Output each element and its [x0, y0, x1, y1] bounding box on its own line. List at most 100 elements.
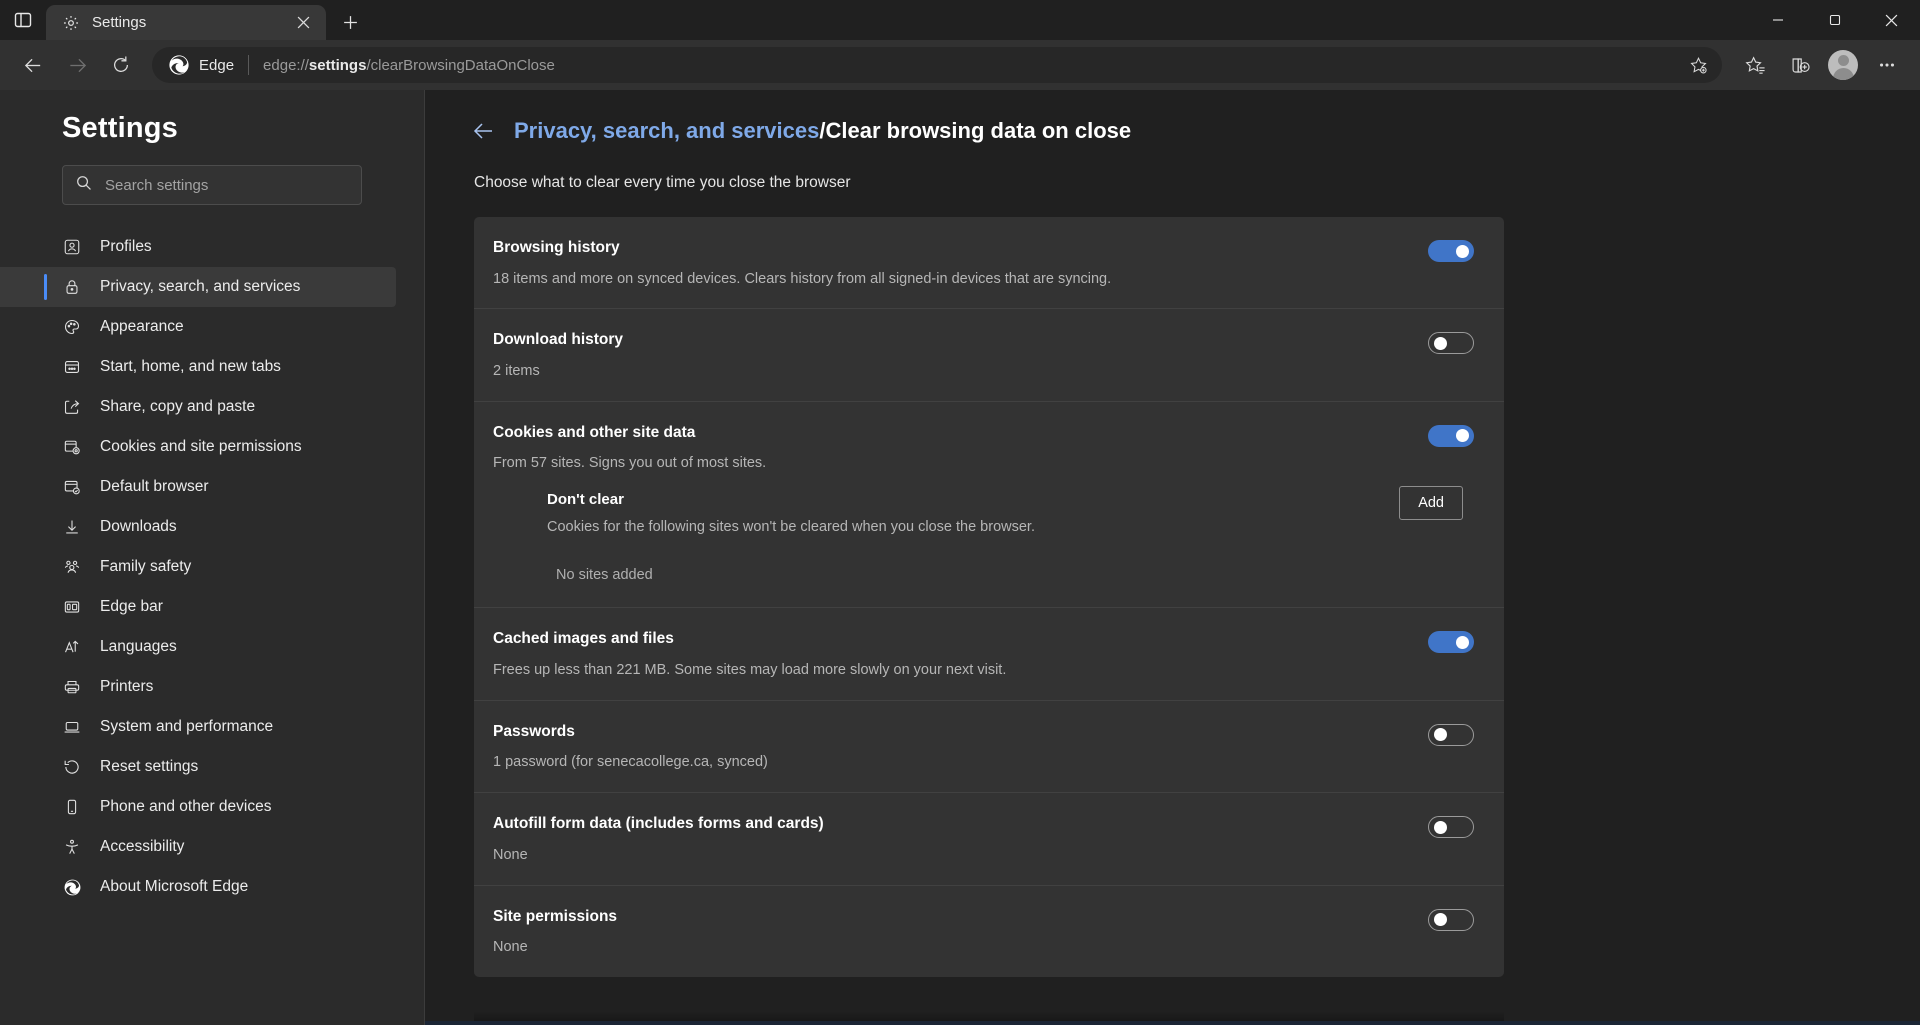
toggle-knob: [1434, 728, 1447, 741]
toggle-knob: [1456, 636, 1469, 649]
toggle-knob: [1434, 337, 1447, 350]
row-site-permissions: Site permissions None: [474, 885, 1504, 977]
toggle-autofill-form-data[interactable]: [1428, 816, 1474, 838]
browser-tab[interactable]: Settings: [46, 5, 326, 40]
refresh-icon[interactable]: [100, 44, 142, 86]
browser-toolbar: Edge edge://settings/clearBrowsingDataOn…: [0, 40, 1920, 90]
avatar: [1828, 50, 1858, 80]
sidebar-item-label: About Microsoft Edge: [100, 878, 248, 896]
sidebar-item-downloads[interactable]: Downloads: [0, 507, 396, 547]
maximize-button[interactable]: [1806, 0, 1863, 40]
new-tab-button[interactable]: [332, 6, 368, 38]
sidebar-item-profiles[interactable]: Profiles: [0, 227, 396, 267]
add-favorite-icon[interactable]: [1682, 49, 1714, 81]
page-title: Settings: [0, 112, 424, 145]
toggle-browsing-history[interactable]: [1428, 240, 1474, 262]
minimize-button[interactable]: [1749, 0, 1806, 40]
toggle-site-permissions[interactable]: [1428, 909, 1474, 931]
sidebar-item-privacy-search-services[interactable]: Privacy, search, and services: [0, 267, 396, 307]
window-close-button[interactable]: [1863, 0, 1920, 40]
toggle-cookies-and-other-site-data[interactable]: [1428, 425, 1474, 447]
sidebar-item-about-microsoft-edge[interactable]: About Microsoft Edge: [0, 867, 396, 907]
row-autofill-form-data: Autofill form data (includes forms and c…: [474, 792, 1504, 884]
forward-arrow-icon[interactable]: [56, 44, 98, 86]
row-title: Autofill form data (includes forms and c…: [493, 815, 824, 834]
url-prefix: edge://: [263, 57, 309, 74]
row-browsing-history: Browsing history 18 items and more on sy…: [474, 217, 1504, 308]
row-title: Cookies and other site data: [493, 424, 766, 443]
back-arrow-icon[interactable]: [472, 119, 496, 143]
phone-icon: [62, 797, 82, 817]
gear-icon: [62, 14, 80, 32]
dont-clear-description: Cookies for the following sites won't be…: [547, 519, 1035, 535]
sidebar-item-label: Share, copy and paste: [100, 398, 255, 416]
browser-check-icon: [62, 477, 82, 497]
toggle-passwords[interactable]: [1428, 724, 1474, 746]
sidebar-item-default-browser[interactable]: Default browser: [0, 467, 396, 507]
settings-nav-list: Profiles Privacy, search, and services A…: [0, 227, 424, 907]
row-title: Site permissions: [493, 908, 617, 927]
collections-icon[interactable]: [1778, 44, 1820, 86]
row-description: 18 items and more on synced devices. Cle…: [493, 270, 1111, 289]
window-controls: [1749, 0, 1920, 40]
share-icon: [62, 397, 82, 417]
close-icon[interactable]: [290, 10, 316, 36]
no-sites-added-message: No sites added: [547, 535, 1474, 587]
cookie-settings-icon: [62, 437, 82, 457]
back-arrow-icon[interactable]: [12, 44, 54, 86]
sidebar-item-label: System and performance: [100, 718, 273, 736]
sidebar-item-label: Profiles: [100, 238, 152, 256]
sidebar-item-cookies-site-permissions[interactable]: Cookies and site permissions: [0, 427, 396, 467]
row-title: Browsing history: [493, 239, 1111, 258]
toggle-knob: [1434, 913, 1447, 926]
sidebar-item-label: Cookies and site permissions: [100, 438, 302, 456]
omnibox-divider: [248, 55, 249, 75]
row-description: Frees up less than 221 MB. Some sites ma…: [493, 661, 1006, 680]
row-title: Cached images and files: [493, 630, 1006, 649]
sidebar-item-start-home-new-tabs[interactable]: Start, home, and new tabs: [0, 347, 396, 387]
toggle-knob: [1456, 245, 1469, 258]
search-input[interactable]: [105, 177, 349, 194]
sidebar-item-label: Accessibility: [100, 838, 184, 856]
address-bar[interactable]: Edge edge://settings/clearBrowsingDataOn…: [152, 47, 1722, 83]
edge-bar-icon: [62, 597, 82, 617]
sidebar-item-accessibility[interactable]: Accessibility: [0, 827, 396, 867]
profile-button[interactable]: [1822, 44, 1864, 86]
sidebar-item-label: Reset settings: [100, 758, 198, 776]
people-icon: [62, 557, 82, 577]
sidebar-item-printers[interactable]: Printers: [0, 667, 396, 707]
sidebar-item-languages[interactable]: Languages: [0, 627, 396, 667]
breadcrumb-parent-link[interactable]: Privacy, search, and services: [514, 118, 819, 143]
sidebar-item-reset-settings[interactable]: Reset settings: [0, 747, 396, 787]
sidebar-item-label: Phone and other devices: [100, 798, 271, 816]
add-site-button[interactable]: Add: [1399, 486, 1463, 520]
sidebar-item-system-performance[interactable]: System and performance: [0, 707, 396, 747]
tab-actions-icon[interactable]: [0, 0, 46, 40]
toggle-download-history[interactable]: [1428, 332, 1474, 354]
accessibility-icon: [62, 837, 82, 857]
sidebar-item-label: Languages: [100, 638, 177, 656]
toggle-cached-images-and-files[interactable]: [1428, 631, 1474, 653]
breadcrumb-current: Clear browsing data on close: [825, 118, 1131, 143]
tab-title: Settings: [92, 14, 278, 31]
dont-clear-title: Don't clear: [547, 491, 1035, 508]
sidebar-item-label: Edge bar: [100, 598, 163, 616]
sidebar-item-label: Family safety: [100, 558, 191, 576]
breadcrumb: Privacy, search, and services/Clear brow…: [425, 118, 1920, 144]
toggle-knob: [1434, 821, 1447, 834]
sidebar-item-share-copy-paste[interactable]: Share, copy and paste: [0, 387, 396, 427]
sidebar-item-family-safety[interactable]: Family safety: [0, 547, 396, 587]
sidebar-item-edge-bar[interactable]: Edge bar: [0, 587, 396, 627]
address-bar-url: edge://settings/clearBrowsingDataOnClose: [263, 57, 1682, 74]
search-settings-box[interactable]: [62, 165, 362, 205]
sidebar-item-phone-other-devices[interactable]: Phone and other devices: [0, 787, 396, 827]
row-description: None: [493, 938, 617, 957]
sidebar-item-appearance[interactable]: Appearance: [0, 307, 396, 347]
favorites-icon[interactable]: [1734, 44, 1776, 86]
row-download-history: Download history 2 items: [474, 308, 1504, 400]
row-passwords: Passwords 1 password (for senecacollege.…: [474, 700, 1504, 792]
more-options-icon[interactable]: [1866, 44, 1908, 86]
toggle-knob: [1456, 429, 1469, 442]
row-description: None: [493, 846, 824, 865]
profile-icon: [62, 237, 82, 257]
